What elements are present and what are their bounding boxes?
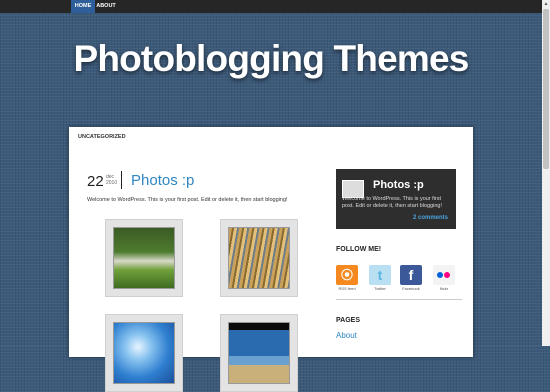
flickr-icon	[433, 265, 455, 285]
pages-heading: PAGES	[336, 317, 360, 324]
twitter-icon: t	[369, 265, 391, 285]
nav-home-link[interactable]: HOME	[71, 0, 95, 13]
post-excerpt: Welcome to WordPress. This is your first…	[87, 197, 288, 203]
pages-about-link[interactable]: About	[336, 331, 357, 340]
photo-image	[113, 322, 175, 384]
twitter-button[interactable]: t Twitter	[368, 265, 392, 293]
post-title-link[interactable]: Photos :p	[131, 172, 194, 189]
featured-post-text: Welcome to WordPress. This is your first…	[342, 196, 442, 209]
nav-about-link[interactable]: ABOUT	[95, 0, 117, 13]
photo-image	[228, 322, 290, 384]
main-content-panel: UNCATEGORIZED 22 dec 2010 Photos :p Welc…	[69, 127, 473, 392]
facebook-icon: f	[400, 265, 422, 285]
flickr-label: flickr	[439, 286, 449, 291]
top-navigation-bar: HOME ABOUT	[0, 0, 542, 13]
site-title[interactable]: Photoblogging Themes	[0, 38, 542, 80]
category-label[interactable]: UNCATEGORIZED	[78, 134, 126, 140]
photo-thumbnail[interactable]	[220, 314, 298, 392]
sidebar-divider	[336, 299, 462, 300]
flickr-pink-dot	[444, 272, 450, 278]
rss-label: RSS feed	[338, 286, 356, 291]
flickr-blue-dot	[437, 272, 443, 278]
rss-feed-button[interactable]: ⦿ RSS feed	[335, 265, 359, 293]
photo-image	[228, 227, 290, 289]
flickr-button[interactable]: flickr	[432, 265, 456, 293]
photo-thumbnail[interactable]	[220, 219, 298, 297]
post-date-year: 2010	[106, 180, 118, 186]
post-date-month-year: dec 2010	[106, 174, 117, 186]
photo-thumbnail[interactable]	[105, 219, 183, 297]
featured-post-title[interactable]: Photos :p	[373, 179, 424, 191]
vertical-scrollbar[interactable]: ▲	[542, 0, 550, 346]
post-date-day: 22	[87, 173, 104, 190]
facebook-label: Facebook	[402, 286, 420, 291]
date-divider	[121, 171, 122, 189]
scroll-up-arrow-icon[interactable]: ▲	[542, 0, 550, 8]
photo-thumbnail[interactable]	[105, 314, 183, 392]
twitter-label: Twitter	[374, 286, 386, 291]
scrollbar-thumb[interactable]	[543, 9, 549, 169]
featured-post-widget: Photos :p Welcome to WordPress. This is …	[336, 169, 456, 229]
photo-image	[113, 227, 175, 289]
follow-heading: FOLLOW ME!	[336, 246, 382, 253]
facebook-button[interactable]: f Facebook	[399, 265, 423, 293]
comments-link[interactable]: 2 comments	[413, 215, 448, 221]
rss-icon: ⦿	[336, 265, 358, 285]
